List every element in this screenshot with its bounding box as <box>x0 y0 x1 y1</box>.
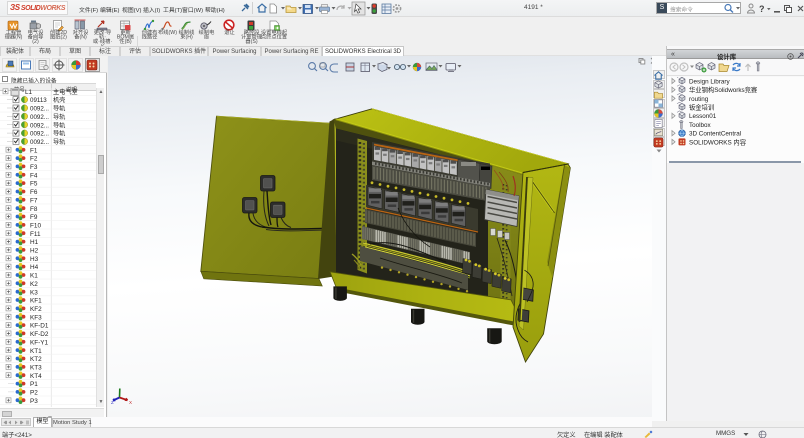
svg-text:F1: F1 <box>30 147 38 154</box>
svg-text:K2: K2 <box>30 281 38 288</box>
svg-text:F6: F6 <box>30 189 38 196</box>
svg-text:KF2: KF2 <box>30 306 42 313</box>
svg-text:KT4: KT4 <box>30 373 42 380</box>
svg-text:L1: L1 <box>25 89 33 96</box>
svg-text:F5: F5 <box>30 181 38 188</box>
svg-text:F4: F4 <box>30 172 38 179</box>
svg-text:钣金培训: 钣金培训 <box>689 103 714 112</box>
svg-text:3D ContentCentral: 3D ContentCentral <box>689 131 741 138</box>
svg-text:导轨: 导轨 <box>53 113 65 121</box>
svg-text:F11: F11 <box>30 231 41 238</box>
svg-text:H3: H3 <box>30 256 39 263</box>
svg-text:K1: K1 <box>30 273 38 280</box>
svg-text:P3: P3 <box>30 398 38 405</box>
svg-text:X: X <box>129 400 132 405</box>
svg-text:F8: F8 <box>30 206 38 213</box>
svg-text:0092...: 0092... <box>30 106 49 113</box>
svg-text:H4: H4 <box>30 264 39 271</box>
svg-text:0092...: 0092... <box>30 131 49 138</box>
svg-text:导轨: 导轨 <box>53 105 65 113</box>
svg-text:Design Library: Design Library <box>689 78 730 85</box>
svg-text:0092...: 0092... <box>30 139 49 146</box>
svg-text:KF3: KF3 <box>30 314 42 321</box>
svg-text:H2: H2 <box>30 248 39 255</box>
svg-text:P1: P1 <box>30 381 38 388</box>
svg-text:H1: H1 <box>30 239 39 246</box>
svg-text:F9: F9 <box>30 214 38 221</box>
svg-text:主电气室: 主电气室 <box>53 88 78 96</box>
svg-text:SOLIDWORKS 内容: SOLIDWORKS 内容 <box>689 137 747 146</box>
svg-text:机壳: 机壳 <box>53 96 65 104</box>
svg-text:KF-D1: KF-D1 <box>30 323 49 330</box>
svg-text:?: ? <box>759 4 765 14</box>
svg-text:F2: F2 <box>30 156 38 163</box>
svg-text:F10: F10 <box>30 223 41 230</box>
svg-text:Z: Z <box>111 400 114 405</box>
svg-text:0092...: 0092... <box>30 122 49 129</box>
svg-text:导轨: 导轨 <box>53 138 65 146</box>
svg-text:0092...: 0092... <box>30 114 49 121</box>
svg-text:KT2: KT2 <box>30 356 42 363</box>
svg-text:K3: K3 <box>30 289 38 296</box>
svg-text:KT1: KT1 <box>30 348 42 355</box>
svg-text:F7: F7 <box>30 197 38 204</box>
svg-text:routing: routing <box>689 96 709 103</box>
svg-text:Lesson01: Lesson01 <box>689 113 717 120</box>
svg-text:导轨: 导轨 <box>53 130 65 138</box>
svg-text:09113: 09113 <box>30 97 47 104</box>
svg-text:KF1: KF1 <box>30 298 42 305</box>
svg-text:华业钢构Solidworks竞赛: 华业钢构Solidworks竞赛 <box>689 85 758 94</box>
svg-text:KF-Y1: KF-Y1 <box>30 339 49 346</box>
svg-text:KT3: KT3 <box>30 365 42 372</box>
svg-text:KF-D2: KF-D2 <box>30 331 49 338</box>
svg-text:Toolbox: Toolbox <box>689 122 712 129</box>
svg-text:F3: F3 <box>30 164 38 171</box>
svg-text:导轨: 导轨 <box>53 121 65 129</box>
svg-text:P2: P2 <box>30 390 38 397</box>
